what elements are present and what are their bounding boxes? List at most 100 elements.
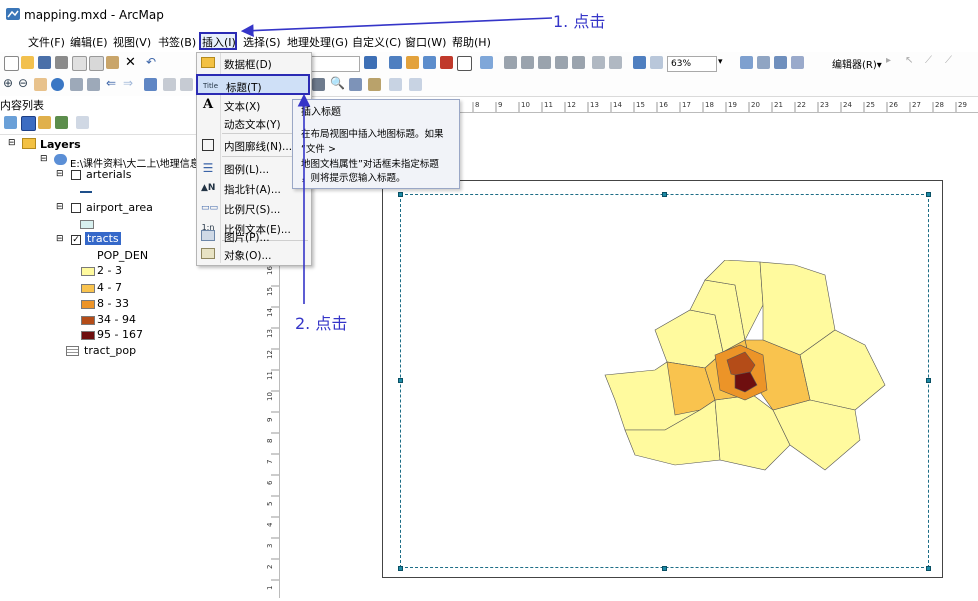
copy-icon[interactable]	[89, 56, 104, 71]
new-document-icon[interactable]	[4, 56, 19, 71]
collapse-icon[interactable]: ⊟	[56, 234, 64, 244]
zoom-in-icon[interactable]: ⊕	[3, 76, 13, 90]
layer-name-tracts[interactable]: tracts	[85, 232, 121, 245]
layer-name-airport-area[interactable]: airport_area	[86, 201, 153, 214]
menu-geoprocessing[interactable]: 地理处理(G)	[287, 34, 348, 50]
table-name-tract-pop[interactable]: tract_pop	[84, 344, 136, 357]
html-popup-icon[interactable]	[409, 78, 422, 91]
legend-swatch[interactable]	[81, 300, 95, 309]
options-icon[interactable]	[76, 116, 89, 129]
list-by-drawing-order-icon[interactable]	[4, 116, 17, 129]
measure-icon[interactable]	[389, 78, 402, 91]
fixed-zoom-in-icon-2[interactable]	[70, 78, 83, 91]
go-forward-extent-icon[interactable]	[650, 56, 663, 69]
forward-extent-icon[interactable]: ⇒	[123, 76, 133, 90]
selection-handle[interactable]	[398, 378, 403, 383]
collapse-icon[interactable]: ⊟	[40, 154, 48, 164]
editor-menu[interactable]: 编辑器(R)▾	[832, 56, 882, 71]
save-icon[interactable]	[38, 56, 51, 69]
selection-handle[interactable]	[926, 192, 931, 197]
selection-handle[interactable]	[398, 192, 403, 197]
line-symbol-swatch[interactable]	[80, 191, 92, 193]
legend-swatch[interactable]	[81, 267, 95, 276]
menu-view[interactable]: 视图(V)	[113, 34, 151, 50]
search-window-icon[interactable]	[423, 56, 436, 69]
cut-icon[interactable]	[72, 56, 87, 71]
fixed-zoom-out-icon-2[interactable]	[87, 78, 100, 91]
fixed-zoom-out-icon[interactable]	[609, 56, 622, 69]
edit-annotation-icon[interactable]: ↖	[905, 55, 913, 66]
menu-item-title[interactable]: Title 标题(T)	[196, 74, 310, 95]
go-back-extent-icon[interactable]	[633, 56, 646, 69]
select-elements-icon[interactable]	[180, 78, 193, 91]
checkmark-icon[interactable]: ✓	[71, 235, 81, 245]
data-driven-pages-icon[interactable]	[791, 56, 804, 69]
menu-file[interactable]: 文件(F)	[28, 34, 65, 50]
layers-root-label[interactable]: Layers	[40, 138, 81, 151]
model-builder-icon[interactable]	[480, 56, 493, 69]
catalog-icon[interactable]	[406, 56, 419, 69]
edit-tool-icon[interactable]: ▸	[886, 55, 891, 66]
find-route-icon[interactable]	[349, 78, 362, 91]
table-of-contents-icon[interactable]	[389, 56, 402, 69]
legend-swatch[interactable]	[81, 284, 95, 293]
open-folder-icon[interactable]	[21, 56, 34, 69]
tracts-map[interactable]	[595, 259, 895, 488]
zoom-100-icon[interactable]	[572, 56, 585, 69]
layer-name-arterials[interactable]: arterials	[86, 168, 131, 181]
legend-swatch[interactable]	[81, 331, 95, 340]
select-features-icon[interactable]	[144, 78, 157, 91]
focus-data-frame-icon[interactable]	[757, 56, 770, 69]
full-extent-icon[interactable]	[51, 78, 64, 91]
scale-dropdown[interactable]	[310, 56, 360, 72]
layer-visibility-checkbox[interactable]	[71, 170, 81, 180]
selection-handle[interactable]	[662, 192, 667, 197]
list-by-selection-icon[interactable]	[55, 116, 68, 129]
layer-visibility-checkbox[interactable]	[71, 203, 81, 213]
selection-handle[interactable]	[398, 566, 403, 571]
menu-customize[interactable]: 自定义(C)	[352, 34, 401, 50]
menu-selection[interactable]: 选择(S)	[243, 34, 281, 50]
menu-insert[interactable]: 插入(I)	[202, 34, 236, 50]
selection-handle[interactable]	[926, 378, 931, 383]
delete-icon[interactable]: ✕	[125, 55, 136, 70]
find-icon[interactable]: 🔍	[330, 76, 345, 90]
toggle-draft-mode-icon[interactable]	[740, 56, 753, 69]
chevron-down-icon[interactable]: ▾	[718, 57, 723, 67]
python-window-icon[interactable]	[457, 56, 472, 71]
menu-windows[interactable]: 窗口(W)	[405, 34, 446, 50]
go-to-xy-icon[interactable]	[368, 78, 381, 91]
change-layout-icon[interactable]	[774, 56, 787, 69]
editor-toolbar-icon[interactable]	[364, 56, 377, 69]
menu-item-object[interactable]: 对象(O)...	[196, 244, 310, 264]
menu-item-data-frame[interactable]: 数据框(D)	[196, 53, 310, 73]
fixed-zoom-in-icon[interactable]	[592, 56, 605, 69]
list-by-visibility-icon[interactable]	[38, 116, 51, 129]
menu-item-scale-bar[interactable]: ▭▭ 比例尺(S)...	[196, 198, 310, 218]
paste-icon[interactable]	[106, 56, 119, 69]
collapse-icon[interactable]: ⊟	[56, 202, 64, 212]
collapse-icon[interactable]: ⊟	[8, 138, 16, 148]
print-icon[interactable]	[55, 56, 68, 69]
layout-zoom-out-icon[interactable]	[521, 56, 534, 69]
list-by-source-icon[interactable]	[21, 116, 36, 131]
polygon-symbol-swatch[interactable]	[80, 220, 94, 229]
menu-bookmarks[interactable]: 书签(B)	[158, 34, 196, 50]
collapse-icon[interactable]: ⊟	[56, 169, 64, 179]
pan-icon[interactable]	[34, 78, 47, 91]
undo-icon[interactable]: ↶	[146, 55, 156, 69]
menu-item-picture[interactable]: 图片(P)...	[196, 226, 310, 246]
zoom-out-icon[interactable]: ⊖	[18, 76, 28, 90]
layout-zoom-dropdown[interactable]: 63%	[667, 56, 717, 72]
legend-swatch[interactable]	[81, 316, 95, 325]
identify-icon[interactable]	[312, 78, 325, 91]
straight-segment-icon[interactable]: ⟋	[925, 55, 932, 66]
arctoolbox-icon[interactable]	[440, 56, 453, 69]
back-extent-icon[interactable]: ⇐	[106, 76, 116, 90]
zoom-whole-page-icon[interactable]	[555, 56, 568, 69]
selection-handle[interactable]	[926, 566, 931, 571]
selection-handle[interactable]	[662, 566, 667, 571]
clear-selection-icon[interactable]	[163, 78, 176, 91]
layout-zoom-in-icon[interactable]	[504, 56, 517, 69]
menu-edit[interactable]: 编辑(E)	[70, 34, 108, 50]
